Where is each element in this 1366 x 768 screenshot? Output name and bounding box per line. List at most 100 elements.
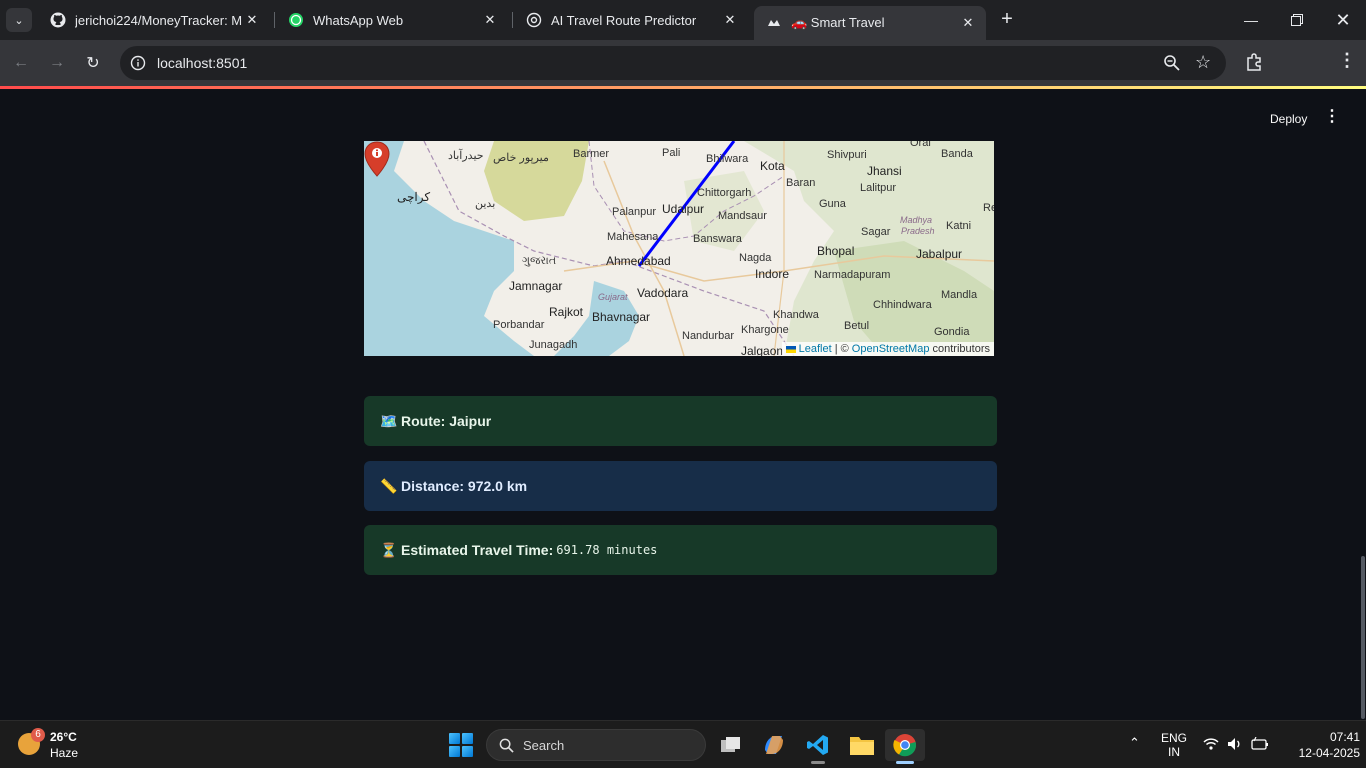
weather-condition[interactable]: Haze (50, 746, 78, 760)
map-label: Pradesh (901, 226, 935, 236)
app-running-indicator (811, 761, 825, 764)
map-label: Rajkot (549, 305, 584, 319)
map-label: Pali (662, 147, 681, 159)
main-menu-icon[interactable]: ⋮ (1324, 109, 1340, 126)
zoom-icon[interactable] (1163, 54, 1181, 72)
close-tab-icon[interactable]: ✕ (242, 12, 262, 28)
hourglass-icon: ⏳ (380, 541, 398, 558)
distance-card: 📏 Distance: 972.0 km (364, 461, 997, 511)
map-label: Jalgaon (741, 344, 784, 356)
map-label: Chittorgarh (697, 187, 752, 199)
map-label: کراچی (397, 190, 431, 204)
location-marker-icon[interactable] (364, 141, 390, 177)
tab-ai-travel[interactable]: AI Travel Route Predictor ✕ (514, 0, 748, 40)
tab-whatsapp[interactable]: WhatsApp Web ✕ (276, 0, 508, 40)
openai-icon (526, 12, 542, 28)
browser-tab-strip: ⌄ jerichoi224/MoneyTracker: Mon ✕ WhatsA… (0, 0, 1366, 40)
ruler-icon: 📏 (380, 477, 398, 494)
map-label: Vadodara (637, 286, 689, 300)
route-map[interactable]: Barmer Pali Bhilwara Kota Shivpuri Orai … (364, 141, 994, 356)
map-label: Junagadh (529, 339, 578, 351)
windows-taskbar: 6 26°C Haze Search ⌃ ENG IN 07:41 12-04-… (0, 720, 1366, 768)
map-label: Nagda (739, 252, 772, 264)
language-indicator[interactable]: ENG IN (1160, 731, 1188, 759)
deploy-button[interactable]: Deploy (1260, 108, 1317, 130)
map-label: Nandurbar (682, 330, 734, 342)
reload-button[interactable]: ↻ (80, 50, 106, 76)
map-label: Khargone (741, 324, 789, 336)
show-hidden-icons-chevron-icon[interactable]: ⌃ (1129, 735, 1140, 751)
map-label: Jhansi (867, 164, 902, 178)
page-scrollbar[interactable] (1361, 556, 1365, 719)
distance-text: Distance: 972.0 km (401, 478, 528, 494)
map-label: Bhavnagar (592, 310, 651, 324)
vscode-icon[interactable] (798, 729, 838, 764)
weather-temperature[interactable]: 26°C (50, 730, 77, 744)
map-label: Mandla (941, 289, 978, 301)
chrome-icon[interactable] (885, 729, 925, 764)
close-window-button[interactable]: ✕ (1320, 0, 1366, 40)
map-label: Mandsaur (718, 210, 767, 222)
tab-title: 🚗 Smart Travel (791, 15, 885, 30)
app-active-indicator (896, 761, 914, 764)
tab-title: jerichoi224/MoneyTracker: Mon (75, 12, 242, 28)
clock[interactable]: 07:41 12-04-2025 (1280, 730, 1360, 760)
restore-icon (1291, 14, 1303, 26)
map-label: Bhopal (817, 244, 855, 258)
wifi-icon[interactable] (1203, 737, 1219, 751)
whatsapp-icon (288, 12, 304, 28)
copilot-icon[interactable] (754, 729, 794, 761)
tab-separator (274, 12, 275, 28)
tab-search-chevron-icon[interactable]: ⌄ (6, 8, 32, 32)
battery-icon[interactable] (1251, 737, 1269, 751)
map-label: Khandwa (773, 309, 819, 321)
browser-toolbar: ← → ↻ localhost:8501 ☆ ⋮ (0, 40, 1366, 114)
map-label: Chhindwara (873, 299, 932, 311)
tab-smart-travel[interactable]: 🚗 Smart Travel ✕ (754, 6, 986, 40)
chrome-menu-icon[interactable]: ⋮ (1338, 50, 1356, 71)
back-button[interactable]: ← (8, 50, 34, 76)
task-view-icon[interactable] (711, 729, 751, 761)
close-tab-icon[interactable]: ✕ (480, 12, 500, 28)
github-icon (50, 12, 66, 28)
extensions-icon[interactable] (1244, 52, 1264, 72)
close-tab-icon[interactable]: ✕ (958, 15, 978, 31)
openstreetmap-link[interactable]: OpenStreetMap (852, 343, 930, 355)
address-bar[interactable]: localhost:8501 ☆ (120, 46, 1226, 80)
taskbar-search[interactable]: Search (486, 729, 706, 761)
close-tab-icon[interactable]: ✕ (720, 12, 740, 28)
windows-start-icon[interactable] (449, 733, 473, 757)
map-label: حیدرآباد (448, 150, 484, 162)
map-icon: 🗺️ (380, 412, 398, 429)
file-explorer-icon[interactable] (842, 729, 882, 761)
volume-icon[interactable] (1227, 737, 1243, 751)
app-main: Deploy ⋮ Barmer Pali Bhilwara Kota Shivp… (0, 89, 1366, 720)
map-label: Baran (786, 177, 816, 189)
travel-time-card: ⏳ Estimated Travel Time: 691.78 minutes (364, 525, 997, 575)
map-label: Bhilwara (706, 153, 749, 165)
tab-separator (512, 12, 513, 28)
restore-button[interactable] (1274, 0, 1320, 40)
map-attribution: Leaflet | © OpenStreetMap contributors (781, 342, 994, 356)
map-label: Jamnagar (509, 279, 563, 293)
leaflet-link[interactable]: Leaflet (799, 343, 832, 355)
map-label: Mahesana (607, 231, 659, 243)
new-tab-button[interactable]: + (996, 8, 1018, 32)
map-label: Shivpuri (827, 149, 867, 161)
map-label: Banswara (693, 233, 742, 245)
map-label: Palanpur (612, 206, 657, 218)
tab-title: AI Travel Route Predictor (551, 12, 697, 28)
map-label: Barmer (573, 148, 610, 160)
url-text[interactable]: localhost:8501 (157, 55, 247, 71)
search-placeholder: Search (523, 738, 565, 753)
tab-moneytracker[interactable]: jerichoi224/MoneyTracker: Mon ✕ (38, 0, 270, 40)
streamlit-icon (766, 15, 782, 31)
site-info-icon[interactable] (130, 55, 146, 71)
bookmark-star-icon[interactable]: ☆ (1195, 52, 1211, 73)
minimize-button[interactable]: — (1228, 0, 1274, 40)
clock-time: 07:41 (1329, 730, 1360, 744)
forward-button[interactable]: → (44, 50, 70, 76)
language-line2: IN (1168, 745, 1180, 759)
language-line1: ENG (1160, 731, 1187, 745)
map-label: Orai (910, 141, 931, 149)
